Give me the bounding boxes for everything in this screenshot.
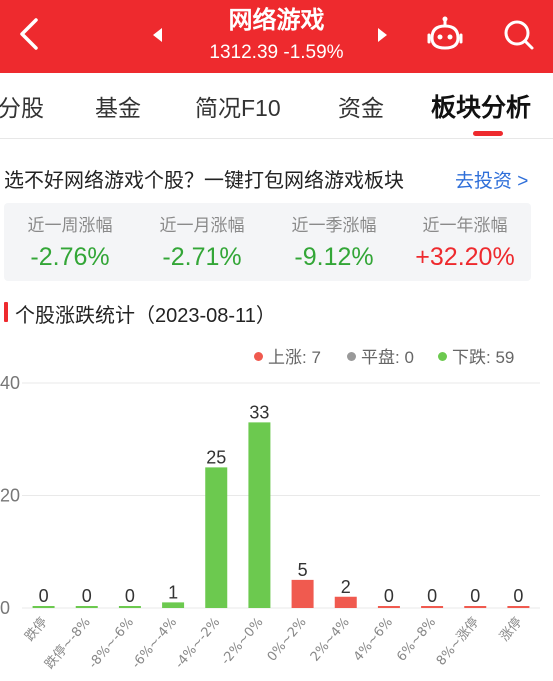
x-tick-label: 0%~2% [265, 615, 310, 665]
bar-value-label: 0 [513, 586, 523, 606]
stat-value: -9.12% [294, 243, 374, 271]
y-tick-label: 0 [0, 598, 10, 618]
chart-legend: 上涨: 7 平盘: 0 下跌: 59 [250, 343, 540, 367]
legend-up: 上涨: 7 [254, 343, 321, 368]
stat-label: 近一月涨幅 [159, 216, 245, 235]
active-tab-indicator [473, 131, 503, 136]
bar [291, 579, 314, 608]
chevron-left-icon [20, 18, 38, 50]
index-quote: 1312.39 -1.59% [209, 42, 344, 63]
next-sector-button[interactable] [372, 20, 392, 50]
legend-flat: 平盘: 0 [347, 343, 414, 368]
bar-value-label: 0 [470, 586, 480, 606]
header-bar: 网络游戏 1312.39 -1.59% [0, 0, 553, 73]
robot-assistant-button[interactable] [423, 14, 467, 56]
stat-label: 近一周涨幅 [27, 216, 113, 235]
bar-value-label: 25 [206, 447, 226, 467]
stat-value: -2.71% [162, 243, 242, 271]
x-tick-label: 跌停 [22, 614, 51, 644]
bar-value-label: 0 [39, 586, 49, 606]
bar [507, 606, 530, 608]
tab-capital[interactable]: 资金 [338, 89, 384, 123]
stat-label: 近一季涨幅 [291, 216, 377, 235]
bar [205, 467, 228, 608]
bar-value-label: 2 [341, 577, 351, 597]
stat-quarter: 近一季涨幅 -9.12% [268, 215, 400, 273]
bar-value-label: 0 [384, 586, 394, 606]
tab-stocks[interactable]: 分股 [0, 89, 44, 123]
section-marker [4, 302, 8, 322]
search-button[interactable] [497, 14, 541, 56]
bar [118, 606, 141, 608]
x-tick-label: 2%~4% [308, 615, 353, 665]
x-tick-label: 6%~8% [394, 615, 439, 665]
bar [377, 606, 400, 608]
legend-dot-flat [347, 352, 356, 362]
y-tick-label: 20 [0, 486, 20, 506]
x-tick-label: -4%~-2% [172, 615, 223, 672]
bar [464, 606, 487, 608]
distribution-bar-chart: 402000跌停0跌停~-8%0-8%~-6%1-6%~-4%25-4%~-2%… [0, 373, 540, 672]
bar [248, 422, 271, 608]
stat-value: +32.20% [415, 243, 515, 271]
tab-bar: 分股 基金 简况F10 资金 板块分析 [0, 73, 553, 139]
bar [334, 596, 357, 608]
promo-text: 选不好网络游戏个股？一键打包网络游戏板块 [4, 170, 404, 192]
tab-funds[interactable]: 基金 [95, 89, 141, 123]
bar [421, 606, 444, 608]
invest-link[interactable]: 去投资 > [455, 166, 528, 193]
promo-banner: 选不好网络游戏个股？一键打包网络游戏板块 去投资 > [0, 154, 553, 194]
title-block: 网络游戏 1312.39 -1.59% [150, 4, 403, 70]
bar-value-label: 0 [82, 586, 92, 606]
stat-month: 近一月涨幅 -2.71% [136, 215, 268, 273]
bar-value-label: 1 [168, 582, 178, 602]
stat-label: 近一年涨幅 [422, 216, 508, 235]
stat-year: 近一年涨幅 +32.20% [399, 215, 531, 273]
page-title: 网络游戏 [228, 7, 325, 34]
bar-value-label: 5 [298, 560, 308, 580]
robot-icon [427, 16, 463, 50]
x-tick-label: 跌停~-8% [42, 614, 94, 672]
section-header: 个股涨跌统计（2023-08-11） [0, 297, 553, 327]
tab-sector-analysis[interactable]: 板块分析 [431, 88, 531, 124]
triangle-right-icon [378, 28, 387, 42]
bar [75, 606, 98, 608]
x-tick-label: 涨停 [497, 614, 526, 644]
search-icon [504, 20, 534, 50]
bar [32, 606, 55, 608]
legend-dot-up [254, 352, 263, 362]
stat-week: 近一周涨幅 -2.76% [4, 215, 136, 273]
legend-down-label: 下跌: 59 [452, 348, 515, 367]
section-title: 个股涨跌统计（2023-08-11） [15, 305, 276, 327]
y-tick-label: 40 [0, 373, 20, 393]
x-tick-label: 4%~6% [351, 615, 396, 665]
x-tick-label: -2%~0% [218, 615, 266, 668]
x-tick-label: 8%~涨停 [433, 614, 482, 668]
back-button[interactable] [12, 14, 46, 54]
performance-card: 近一周涨幅 -2.76% 近一月涨幅 -2.71% 近一季涨幅 -9.12% 近… [4, 203, 531, 281]
bar-value-label: 33 [249, 402, 269, 422]
legend-dot-down [438, 352, 447, 362]
bar-value-label: 0 [427, 586, 437, 606]
legend-down: 下跌: 59 [438, 343, 514, 368]
bar-value-label: 0 [125, 586, 135, 606]
stat-value: -2.76% [30, 243, 110, 271]
tab-f10[interactable]: 简况F10 [195, 89, 281, 123]
legend-flat-label: 平盘: 0 [361, 348, 414, 367]
bar [162, 602, 185, 608]
legend-up-label: 上涨: 7 [268, 348, 321, 367]
